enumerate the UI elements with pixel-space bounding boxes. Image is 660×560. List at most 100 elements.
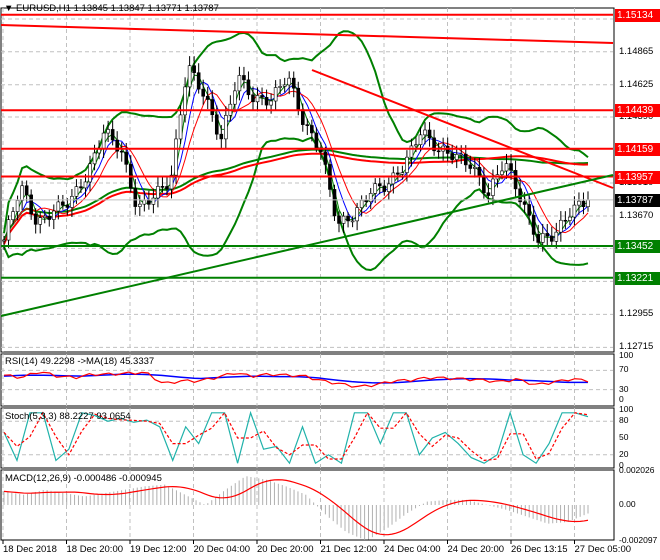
candle-body <box>509 163 513 171</box>
candle-body <box>47 215 52 220</box>
indicator-tick: 70 <box>619 364 629 375</box>
candle-body <box>269 100 273 106</box>
price-tick: 1.14625 <box>619 78 654 90</box>
candle-body <box>106 129 110 134</box>
candle-body <box>364 199 368 203</box>
price-tick: 1.14865 <box>619 45 654 57</box>
indicator-tick: 80 <box>619 415 629 426</box>
indicator-tick: 0.00 <box>619 499 636 509</box>
candle-body <box>38 217 43 225</box>
candle-body <box>581 200 586 207</box>
candle-body <box>346 215 350 222</box>
candle-body <box>33 213 38 225</box>
candle-body <box>79 186 83 189</box>
candle-body <box>110 129 115 141</box>
ohlc-values: 1.13845 1.13847 1.13771 1.13787 <box>73 3 219 14</box>
indicator-tick: 0.002026 <box>619 464 655 475</box>
price-tag: 1.15134 <box>615 8 660 22</box>
candle-body <box>355 207 359 222</box>
candle-body <box>454 154 459 160</box>
candle-body <box>260 95 264 98</box>
candle-body <box>219 133 224 140</box>
candle-body <box>29 194 33 215</box>
candle-body <box>396 172 400 175</box>
candle-body <box>500 170 504 175</box>
candle-body <box>142 199 147 205</box>
candle-body <box>400 172 405 175</box>
candle-body <box>332 189 337 217</box>
candle-body <box>427 129 432 139</box>
candle-body <box>74 186 79 197</box>
time-tick: 26 Dec 13:15 <box>511 544 568 555</box>
candle-body <box>522 201 527 205</box>
price-tick: 1.12955 <box>619 308 654 320</box>
candle-body <box>56 201 61 212</box>
ma-slow-green <box>3 148 589 241</box>
candle-body <box>196 72 201 90</box>
candle-body <box>282 84 287 87</box>
macd-label: MACD(12,26,9) -0.000486 -0.000945 <box>5 473 162 484</box>
candle-body <box>373 183 378 194</box>
candle-body <box>278 86 282 88</box>
candle-body <box>124 151 129 165</box>
collapse-triangle-icon[interactable]: ▼ <box>4 3 13 14</box>
candle-body <box>559 219 563 233</box>
candle-body <box>273 87 278 102</box>
candle-body <box>233 90 237 105</box>
candle-body <box>482 176 486 194</box>
candle-body <box>577 200 581 206</box>
time-tick: 20 Dec 04:00 <box>193 544 251 555</box>
candle-body <box>251 94 255 103</box>
candle-body <box>264 97 269 106</box>
candle-body <box>92 152 97 165</box>
candle-body <box>51 210 56 220</box>
candle-body <box>418 134 423 145</box>
candle-body <box>540 233 545 243</box>
candle-body <box>160 186 165 188</box>
indicator-tick: 0 <box>619 394 624 404</box>
candle-body <box>382 185 387 192</box>
candle-body <box>486 192 491 196</box>
candle-body <box>210 99 215 116</box>
candle-body <box>387 183 391 192</box>
candle-body <box>70 196 74 208</box>
indicator-tick: 100 <box>619 350 634 360</box>
candle-body <box>174 138 178 176</box>
candle-body <box>409 145 414 158</box>
price-tag: 1.13221 <box>615 271 660 285</box>
candle-body <box>214 114 219 135</box>
stoch-label: Stoch(5,3,3) 88.2227 93.0654 <box>5 411 131 422</box>
candle-body <box>368 193 373 203</box>
candle-body <box>314 132 319 149</box>
candle-body <box>477 166 482 177</box>
candle-body <box>554 231 559 242</box>
time-tick: 20 Dec 20:00 <box>257 544 314 555</box>
candle-body <box>310 125 314 134</box>
trendline-red-down <box>311 69 614 189</box>
time-tick: 27 Dec 05:00 <box>574 544 632 555</box>
rsi-ma-line <box>3 373 588 384</box>
candle-body <box>291 77 296 89</box>
candle-body <box>423 129 427 136</box>
candle-body <box>2 239 6 242</box>
indicator-tick: 20 <box>619 448 629 459</box>
candle-body <box>151 197 156 205</box>
candle-body <box>178 114 183 140</box>
time-tick: 19 Dec 12:00 <box>130 544 187 555</box>
candle-body <box>15 200 20 212</box>
price-tag: 1.14439 <box>615 104 660 118</box>
candle-body <box>192 65 196 74</box>
candle-body <box>187 65 192 88</box>
candle-body <box>156 186 160 199</box>
candle-body <box>563 219 568 222</box>
candle-body <box>359 199 364 208</box>
candle-body <box>405 156 409 173</box>
candle-body <box>6 219 11 241</box>
candle-body <box>468 164 473 169</box>
candle-body <box>165 186 169 190</box>
candle-body <box>246 79 251 96</box>
time-tick: 24 Dec 20:00 <box>447 544 505 555</box>
candle-body <box>88 163 92 183</box>
candle-body <box>491 178 495 196</box>
candle-body <box>463 153 468 166</box>
